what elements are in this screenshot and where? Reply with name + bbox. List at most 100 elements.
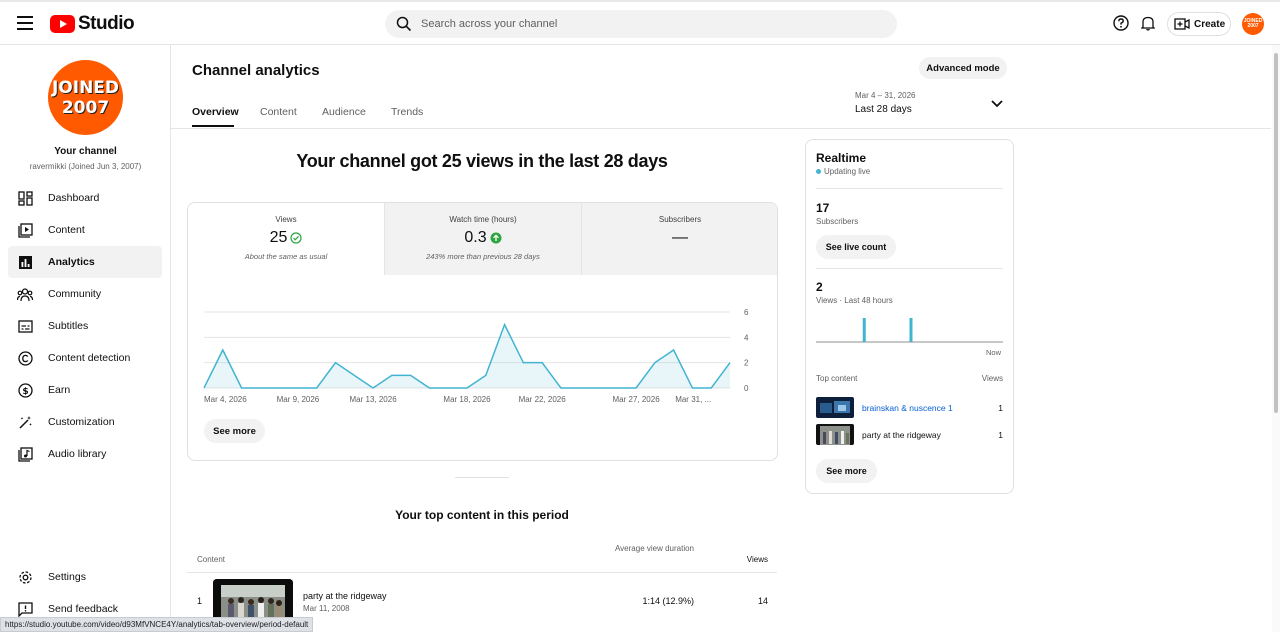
x-tick-label: Mar 9, 2026 bbox=[277, 395, 320, 404]
column-header-views[interactable]: Views bbox=[720, 555, 768, 564]
sidebar-item-label: Customization bbox=[48, 416, 115, 428]
sidebar-item-label: Content detection bbox=[48, 352, 131, 364]
realtime-views-chart[interactable] bbox=[816, 315, 1003, 343]
metric-label: Subscribers bbox=[658, 215, 702, 224]
search-input[interactable] bbox=[421, 10, 881, 38]
create-video-icon bbox=[1174, 18, 1190, 30]
check-circle-icon bbox=[290, 232, 302, 244]
sidebar-item-label: Audio library bbox=[48, 448, 107, 460]
x-tick-label: Mar 4, 2026 bbox=[204, 395, 247, 404]
realtime-item-views: 1 bbox=[998, 403, 1003, 413]
x-tick-label: Mar 18, 2026 bbox=[443, 395, 491, 404]
sidebar-item-label: Settings bbox=[48, 571, 86, 583]
column-header-content: Content bbox=[197, 555, 226, 564]
tab-overview[interactable]: Overview bbox=[192, 106, 239, 118]
row-video-date: Mar 11, 2008 bbox=[303, 604, 350, 613]
views-chart[interactable]: 0 2 4 6 Mar 4, 2026 Mar 9, 2026 Mar 13, 2026 Ma… bbox=[188, 298, 777, 413]
active-tab-indicator bbox=[192, 125, 234, 127]
tab-audience[interactable]: Audience bbox=[322, 106, 366, 118]
row-rank: 1 bbox=[197, 596, 203, 606]
notifications-icon[interactable] bbox=[1141, 15, 1155, 31]
audio-library-icon bbox=[17, 446, 33, 462]
see-more-button[interactable]: See more bbox=[204, 419, 265, 443]
date-period-label[interactable]: Last 28 days bbox=[855, 104, 912, 115]
live-dot-icon bbox=[816, 169, 821, 174]
realtime-bar bbox=[909, 318, 913, 342]
scrollbar-thumb[interactable] bbox=[1274, 53, 1278, 413]
sidebar-item-label: Send feedback bbox=[48, 603, 119, 615]
realtime-item-views: 1 bbox=[998, 430, 1003, 440]
realtime-views-label: Views · Last 48 hours bbox=[816, 296, 893, 305]
tab-content[interactable]: Content bbox=[260, 106, 297, 118]
sidebar-item-audio-library[interactable]: Audio library bbox=[8, 438, 162, 470]
metric-views[interactable]: Views 25 About the same as usual bbox=[188, 203, 384, 275]
menu-icon[interactable] bbox=[17, 16, 33, 30]
copyright-icon bbox=[17, 350, 33, 366]
help-icon[interactable] bbox=[1113, 15, 1129, 31]
sidebar-item-analytics[interactable]: Analytics bbox=[8, 246, 162, 278]
search-bar[interactable] bbox=[385, 10, 897, 38]
create-button[interactable]: Create bbox=[1167, 12, 1231, 36]
realtime-item-title[interactable]: brainskan & nuscence 1 bbox=[862, 403, 953, 413]
video-thumbnail[interactable] bbox=[816, 397, 854, 418]
status-bar-url: https://studio.youtube.com/video/d93MfVN… bbox=[0, 617, 314, 632]
realtime-divider bbox=[816, 268, 1003, 269]
advanced-mode-button[interactable]: Advanced mode bbox=[919, 57, 1007, 79]
sidebar: JOINED 2007 Your channel ravermikki (Joi… bbox=[0, 45, 171, 632]
sidebar-item-label: Subtitles bbox=[48, 320, 89, 332]
x-tick-label: Mar 31, ... bbox=[675, 395, 711, 404]
magic-wand-icon bbox=[17, 414, 33, 430]
tab-trends[interactable]: Trends bbox=[391, 106, 423, 118]
realtime-status-text: Updating live bbox=[824, 167, 871, 176]
see-live-count-button[interactable]: See live count bbox=[816, 235, 896, 259]
row-avg-duration: 1:14 (12.9%) bbox=[642, 596, 694, 606]
sidebar-item-settings[interactable]: Settings bbox=[8, 561, 162, 593]
search-icon bbox=[396, 16, 412, 32]
channel-subtitle: ravermikki (Joined Jun 3, 2007) bbox=[29, 162, 142, 171]
account-avatar[interactable]: JOINED 2007 bbox=[1242, 13, 1264, 35]
column-header-avg-duration[interactable]: Average view duration bbox=[604, 544, 694, 554]
realtime-item-title[interactable]: party at the ridgeway bbox=[862, 430, 941, 440]
sidebar-item-community[interactable]: Community bbox=[8, 278, 162, 310]
x-tick-label: Mar 22, 2026 bbox=[519, 395, 567, 404]
realtime-divider bbox=[816, 188, 1003, 189]
metric-note: About the same as usual bbox=[244, 252, 328, 261]
sidebar-item-label: Analytics bbox=[48, 256, 95, 268]
sidebar-item-subtitles[interactable]: Subtitles bbox=[8, 310, 162, 342]
y-tick-label: 6 bbox=[744, 308, 749, 317]
sidebar-item-earn[interactable]: $ Earn bbox=[8, 374, 162, 406]
dashboard-icon bbox=[17, 190, 33, 206]
analytics-icon bbox=[17, 254, 33, 270]
row-video-title[interactable]: party at the ridgeway bbox=[303, 591, 387, 601]
realtime-content-item[interactable]: party at the ridgeway 1 bbox=[816, 424, 1003, 446]
page-scrollbar[interactable] bbox=[1272, 45, 1280, 632]
realtime-see-more-button[interactable]: See more bbox=[816, 459, 877, 483]
video-thumbnail[interactable] bbox=[816, 424, 854, 445]
sidebar-item-customization[interactable]: Customization bbox=[8, 406, 162, 438]
metric-subscribers[interactable]: Subscribers — bbox=[581, 203, 777, 275]
channel-avatar[interactable]: JOINED 2007 bbox=[48, 60, 123, 135]
sidebar-item-dashboard[interactable]: Dashboard bbox=[8, 182, 162, 214]
date-range-text[interactable]: Mar 4 – 31, 2026 bbox=[855, 91, 915, 100]
youtube-logo-icon bbox=[50, 15, 75, 33]
realtime-views-value: 2 bbox=[816, 280, 823, 294]
row-views: 14 bbox=[757, 596, 768, 606]
metric-watch-time[interactable]: Watch time (hours) 0.3 243% more than pr… bbox=[384, 203, 581, 275]
overview-card: Views 25 About the same as usual Watch t… bbox=[187, 202, 778, 461]
studio-logo[interactable]: Studio bbox=[50, 13, 135, 35]
metric-value: 0.3 bbox=[464, 229, 487, 246]
sidebar-item-label: Earn bbox=[48, 384, 71, 396]
sidebar-item-content-detection[interactable]: Content detection bbox=[8, 342, 162, 374]
sidebar-item-content[interactable]: Content bbox=[8, 214, 162, 246]
avatar-line-2: 2007 bbox=[61, 97, 110, 118]
sidebar-item-label: Community bbox=[48, 288, 102, 300]
metric-label: Views bbox=[275, 215, 297, 224]
sidebar-item-label: Dashboard bbox=[48, 192, 100, 204]
page-title: Channel analytics bbox=[192, 62, 320, 79]
realtime-content-item[interactable]: brainskan & nuscence 1 1 bbox=[816, 397, 1003, 419]
realtime-now-label: Now bbox=[986, 348, 1002, 357]
section-divider bbox=[455, 477, 509, 478]
x-tick-label: Mar 13, 2026 bbox=[350, 395, 398, 404]
top-bar: Studio Create JOINED 2007 bbox=[0, 0, 1280, 45]
chevron-down-icon[interactable] bbox=[990, 99, 1004, 109]
